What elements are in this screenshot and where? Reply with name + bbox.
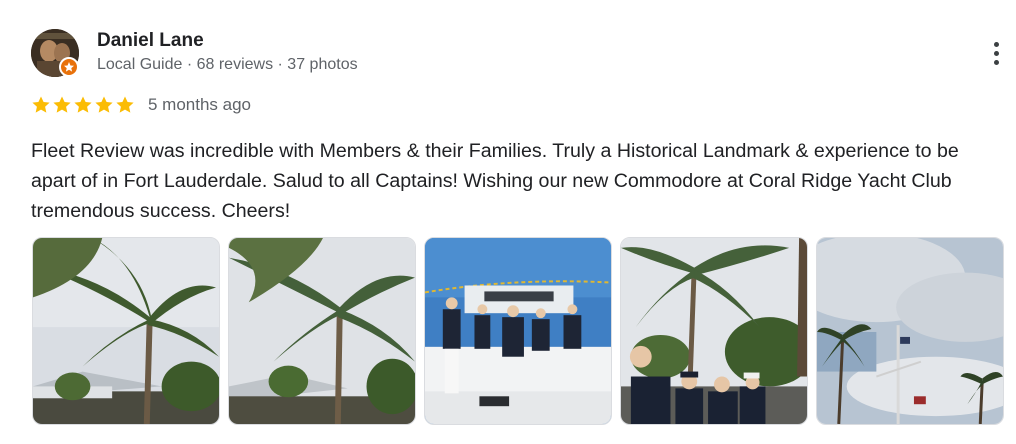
more-vertical-icon [993, 41, 999, 47]
review-photo[interactable] [424, 237, 612, 425]
rating-row: 5 months ago [31, 94, 251, 116]
author-name[interactable]: Daniel Lane [97, 30, 204, 52]
review-card: Daniel Lane Local Guide · 68 reviews · 3… [0, 0, 1016, 444]
review-photo[interactable] [228, 237, 416, 425]
local-guide-star-icon [59, 57, 79, 77]
more-vertical-icon-dot [993, 59, 999, 65]
review-date: 5 months ago [148, 95, 252, 114]
author-meta: Local Guide · 68 reviews · 37 photos [97, 56, 358, 73]
star-icon [95, 96, 113, 113]
star-rating [31, 95, 135, 115]
more-options-button[interactable] [980, 37, 1012, 69]
star-icon [53, 96, 71, 113]
review-photo[interactable] [620, 237, 808, 425]
review-photo[interactable] [32, 237, 220, 425]
review-photo[interactable] [816, 237, 1004, 425]
star-icon [74, 96, 92, 113]
more-vertical-icon-dot [993, 50, 999, 56]
star-icon [32, 96, 50, 113]
review-text: Fleet Review was incredible with Members… [31, 140, 959, 222]
star-icon [116, 96, 134, 113]
photo-strip [32, 237, 1004, 425]
